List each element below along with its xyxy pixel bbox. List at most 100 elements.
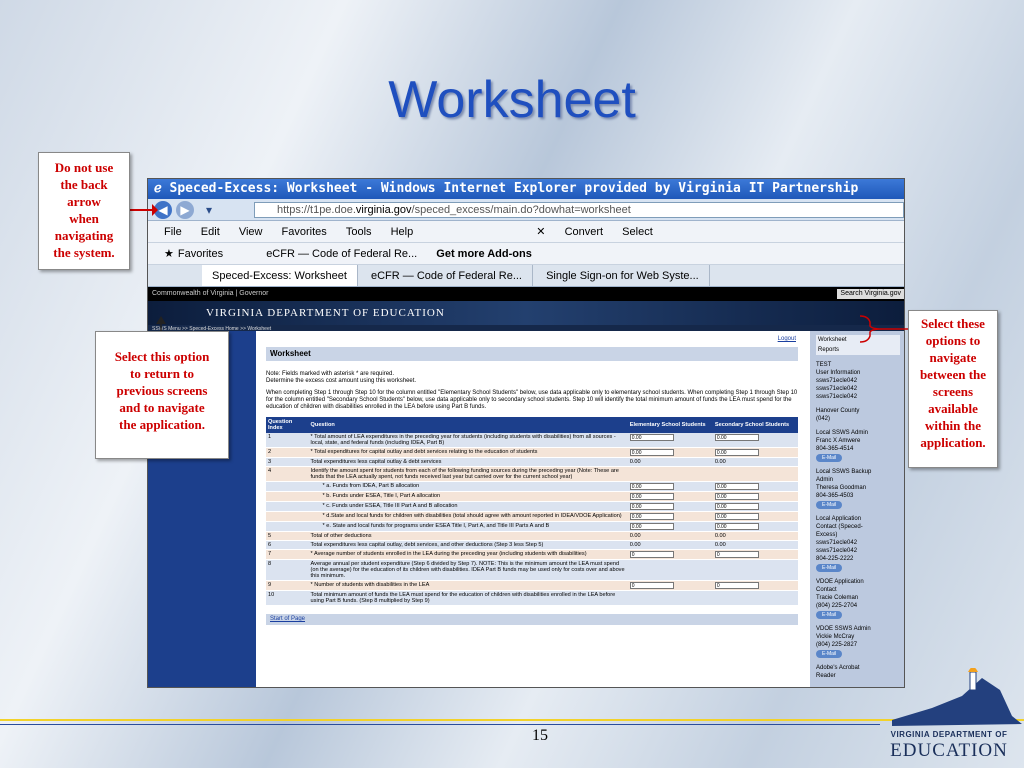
site-top-strip: Commonwealth of Virginia | Governor Sear… bbox=[148, 287, 904, 301]
email-button[interactable]: E-Mail bbox=[816, 454, 843, 462]
page-number: 15 bbox=[532, 727, 548, 744]
commonwealth-link[interactable]: Commonwealth of Virginia | Governor bbox=[152, 290, 268, 297]
question-text-cell: Total minimum amount of funds the LEA mu… bbox=[308, 590, 628, 606]
browser-window: ℯ Speced-Excess: Worksheet - Windows Int… bbox=[147, 178, 905, 688]
question-text-cell: * Total amount of LEA expenditures in th… bbox=[308, 433, 628, 448]
right-nav-callout: Select these options to navigate between… bbox=[908, 310, 998, 468]
address-bar: ◀ ▶ ▾ https://t1pe.doe.virginia.gov/spec… bbox=[148, 199, 904, 221]
elementary-value-input[interactable]: 0 bbox=[629, 582, 674, 589]
page-body: Logout Worksheet Note: Fields marked wit… bbox=[148, 331, 904, 687]
question-text-cell: * Number of students with disabilities i… bbox=[308, 580, 628, 591]
elementary-value-cell: 0 bbox=[627, 580, 713, 591]
info-block: Local Application Contact (Speced- Exces… bbox=[816, 516, 863, 562]
secondary-value-input[interactable]: 0.00 bbox=[714, 434, 759, 441]
elementary-value-input[interactable]: 0.00 bbox=[629, 513, 674, 520]
secondary-value-input[interactable]: 0.00 bbox=[714, 449, 759, 456]
add-ons-link[interactable]: Get more Add-ons bbox=[436, 243, 532, 264]
select-button[interactable]: Select bbox=[622, 221, 653, 242]
elementary-value-cell bbox=[627, 466, 713, 482]
secondary-value-cell: 0.00 bbox=[712, 521, 798, 532]
right-nav-panel: Worksheet Reports TEST User Information … bbox=[810, 331, 904, 687]
secondary-value-input[interactable]: 0.00 bbox=[714, 523, 759, 530]
elementary-value-cell: 0.00 bbox=[627, 501, 713, 512]
menu-tools[interactable]: Tools bbox=[346, 221, 372, 242]
elementary-value-input[interactable]: 0.00 bbox=[629, 493, 674, 500]
col-header-elementary: Elementary School Students bbox=[627, 417, 713, 433]
secondary-value-input[interactable]: 0.00 bbox=[714, 483, 759, 490]
menu-help[interactable]: Help bbox=[391, 221, 414, 242]
secondary-value-cell: 0.00 bbox=[712, 433, 798, 448]
elementary-value-cell bbox=[627, 559, 713, 581]
elementary-value-input[interactable]: 0 bbox=[629, 551, 674, 558]
secondary-value-input[interactable]: 0.00 bbox=[714, 513, 759, 520]
favorite-ecfr-link[interactable]: eCFR — Code of Federal Re... bbox=[266, 243, 417, 264]
email-button[interactable]: E-Mail bbox=[816, 650, 843, 658]
menu-favorites[interactable]: Favorites bbox=[282, 221, 327, 242]
col-header-index: Question Index bbox=[266, 417, 309, 433]
table-row: 2 * Total expenditures for capital outlay… bbox=[266, 447, 798, 458]
elementary-value-input[interactable]: 0.00 bbox=[629, 449, 674, 456]
elementary-value-cell: 0.00 bbox=[627, 531, 713, 541]
email-button[interactable]: E-Mail bbox=[816, 611, 843, 619]
right-nav-brace-icon bbox=[859, 315, 910, 343]
convert-button[interactable]: Convert bbox=[565, 221, 604, 242]
secondary-value-cell: 0.00 bbox=[712, 531, 798, 541]
menu-file[interactable]: File bbox=[164, 221, 182, 242]
elementary-value-cell: 0.00 bbox=[627, 433, 713, 448]
secondary-value-cell bbox=[712, 590, 798, 606]
info-block: VDOE Application Contact Tracie Coleman … bbox=[816, 579, 864, 609]
start-of-page-link[interactable]: Start of Page bbox=[266, 614, 798, 625]
question-index-cell: 2 bbox=[266, 447, 309, 458]
site-search-input[interactable]: Search Virginia.gov bbox=[837, 289, 904, 299]
menu-view[interactable]: View bbox=[239, 221, 263, 242]
history-dropdown-icon[interactable]: ▾ bbox=[200, 201, 218, 219]
elementary-value-cell: 0.00 bbox=[627, 491, 713, 502]
secondary-value-input[interactable]: 0 bbox=[714, 551, 759, 558]
elementary-value-input[interactable]: 0.00 bbox=[629, 434, 674, 441]
table-row: 7 * Average number of students enrolled i… bbox=[266, 549, 798, 560]
instruction-paragraph: When completing Step 1 through Step 10 f… bbox=[266, 390, 798, 410]
favorites-button[interactable]: Favorites bbox=[178, 243, 223, 264]
tab-ecfr[interactable]: eCFR — Code of Federal Re... bbox=[361, 265, 533, 286]
question-index-cell: 4 bbox=[266, 466, 309, 482]
worksheet-table: Question Index Question Elementary Schoo… bbox=[266, 417, 798, 606]
url-input[interactable]: https://t1pe.doe.virginia.gov/speced_exc… bbox=[254, 202, 904, 218]
elementary-value-cell bbox=[627, 590, 713, 606]
right-link-reports[interactable]: Reports bbox=[816, 345, 900, 355]
tab-worksheet[interactable]: Speced-Excess: Worksheet bbox=[202, 265, 358, 286]
email-button[interactable]: E-Mail bbox=[816, 501, 843, 509]
elementary-value-input[interactable]: 0.00 bbox=[629, 483, 674, 490]
secondary-value-cell: 0 bbox=[712, 549, 798, 560]
table-row: * e. State and local funds for programs … bbox=[266, 521, 798, 532]
question-index-cell bbox=[266, 521, 309, 532]
question-index-cell bbox=[266, 511, 309, 522]
elementary-value-input[interactable]: 0.00 bbox=[629, 523, 674, 530]
info-block: Local SSWS Backup Admin Theresa Goodman … bbox=[816, 469, 872, 499]
footer-blue-rule bbox=[0, 724, 880, 725]
elementary-value-input[interactable]: 0.00 bbox=[629, 503, 674, 510]
logo-line1: VIRGINIA DEPARTMENT OF bbox=[890, 730, 1008, 739]
question-text-cell: Identify the amount spent for students f… bbox=[308, 466, 628, 482]
forward-arrow-icon[interactable]: ▶ bbox=[176, 201, 194, 219]
required-note: Note: Fields marked with asterisk * are … bbox=[266, 371, 395, 377]
elementary-value-cell: 0.00 bbox=[627, 457, 713, 467]
elementary-value-cell: 0.00 bbox=[627, 511, 713, 522]
logout-link[interactable]: Logout bbox=[778, 336, 796, 343]
secondary-value-cell: 0.00 bbox=[712, 447, 798, 458]
question-index-cell: 1 bbox=[266, 433, 309, 448]
secondary-value-input[interactable]: 0.00 bbox=[714, 493, 759, 500]
question-index-cell bbox=[266, 491, 309, 502]
question-text-cell: * Total expenditures for capital outlay … bbox=[308, 447, 628, 458]
secondary-value-input[interactable]: 0 bbox=[714, 582, 759, 589]
elementary-value-cell: 0.00 bbox=[627, 447, 713, 458]
table-row: 4 Identify the amount spent for students … bbox=[266, 466, 798, 482]
close-icon[interactable]: ✕ bbox=[536, 221, 545, 242]
table-row: * d.State and local funds for children w… bbox=[266, 511, 798, 522]
question-text-cell: * c. Funds under ESEA, Title III Part A … bbox=[308, 501, 628, 512]
table-row: 9 * Number of students with disabilities … bbox=[266, 580, 798, 591]
email-button[interactable]: E-Mail bbox=[816, 564, 843, 572]
elementary-value-cell: 0.00 bbox=[627, 481, 713, 492]
tab-sso[interactable]: Single Sign-on for Web Syste... bbox=[536, 265, 710, 286]
secondary-value-input[interactable]: 0.00 bbox=[714, 503, 759, 510]
menu-edit[interactable]: Edit bbox=[201, 221, 220, 242]
